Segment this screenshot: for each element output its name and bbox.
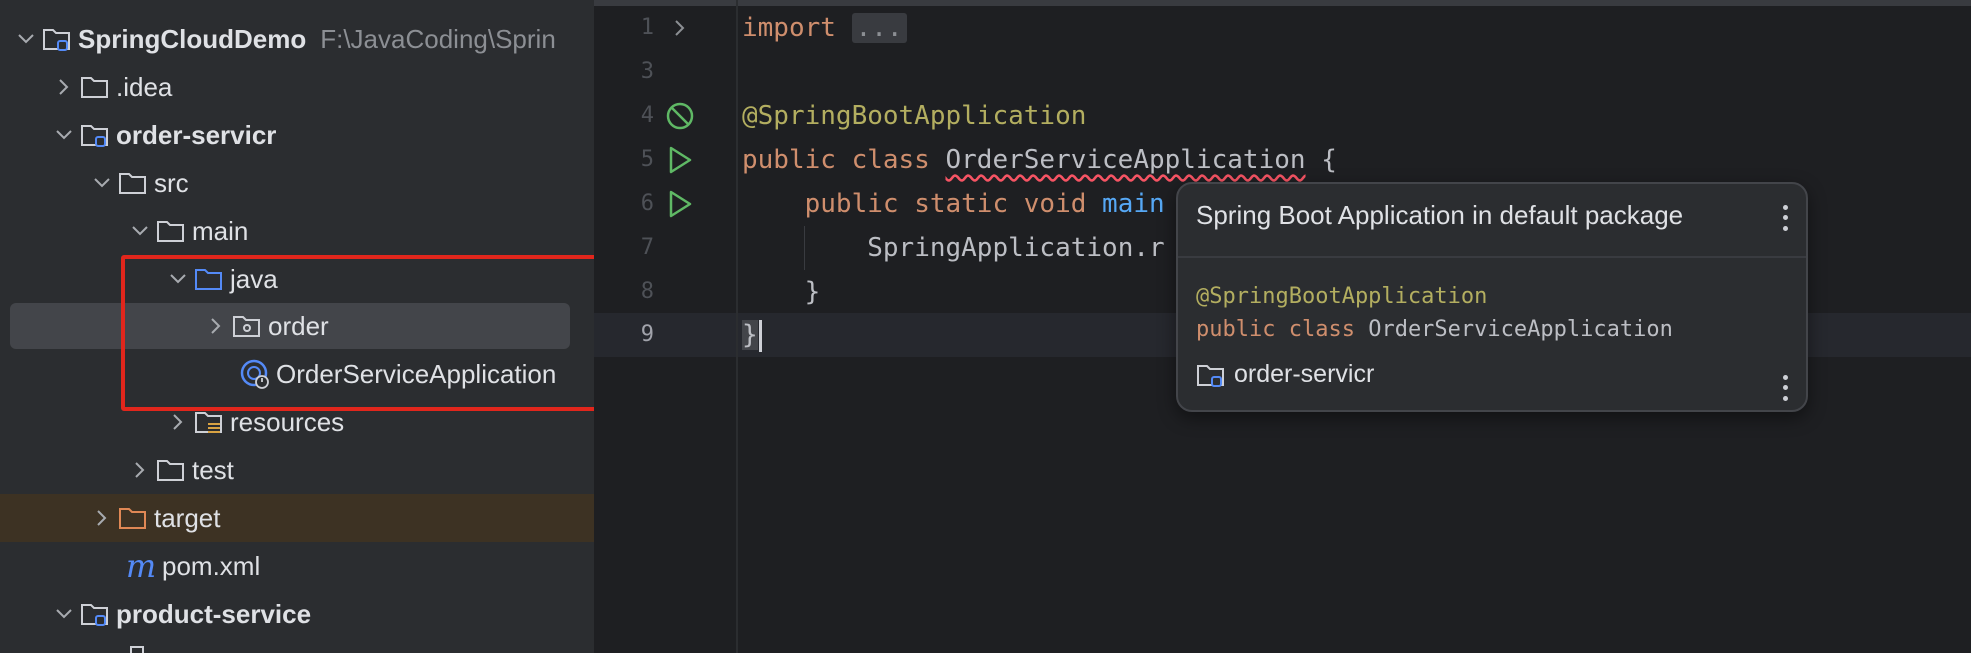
source-folder-icon [192, 255, 226, 303]
tree-item-order[interactable]: order [0, 302, 594, 350]
package-icon [230, 302, 264, 350]
code-line-8[interactable]: } [742, 270, 821, 314]
line-number: 6 [640, 191, 654, 216]
gutter-divider [736, 0, 738, 653]
class-name: OrderServiceApplication [1368, 317, 1673, 342]
line-number: 7 [640, 235, 654, 260]
module-folder-icon [40, 15, 74, 63]
tree-item-label: main [192, 216, 249, 246]
project-tree: SpringCloudDemo F:\JavaCoding\Sprin .ide… [0, 0, 594, 653]
tree-item-label: OrderServiceApplication [276, 359, 557, 389]
keyword: public static void [804, 189, 1087, 219]
tree-item-label: product-service [116, 599, 312, 629]
tree-item-product-service[interactable]: product-service [0, 590, 594, 638]
line-number: 4 [640, 103, 654, 128]
inspection-popup[interactable]: Spring Boot Application in default packa… [1176, 182, 1808, 412]
brace: } [742, 320, 758, 350]
popup-title: Spring Boot Application in default packa… [1196, 200, 1684, 230]
chevron-down-icon[interactable] [164, 255, 192, 303]
code-line-5[interactable]: public class OrderServiceApplication { [742, 138, 1337, 182]
popup-module[interactable]: order-servicr [1196, 360, 1374, 389]
chevron-down-icon[interactable] [50, 111, 78, 159]
chevron-right-icon[interactable] [202, 302, 230, 350]
folder-icon [116, 159, 150, 207]
line-number: 5 [640, 147, 654, 172]
tree-item-main[interactable]: main [0, 207, 594, 255]
tree-item-label: order-servicr [116, 120, 277, 150]
brace: { [1321, 145, 1337, 175]
code-line-6[interactable]: public static void main [742, 182, 1165, 226]
tree-item-label: java [230, 264, 278, 294]
annotation: @SpringBootApplication [1196, 284, 1488, 309]
method-name: main [1102, 189, 1165, 219]
chevron-down-icon[interactable] [50, 590, 78, 638]
excluded-folder-icon [116, 494, 150, 542]
tree-item-label: test [192, 455, 234, 485]
fold-chevron-icon[interactable] [662, 10, 698, 46]
chevron-down-icon[interactable] [12, 15, 40, 63]
chevron-right-icon[interactable] [88, 494, 116, 542]
popup-annotation: @SpringBootApplication [1196, 284, 1487, 309]
more-options-icon[interactable] [1776, 202, 1794, 234]
annotation: @SpringBootApplication [742, 101, 1087, 131]
popup-divider [1178, 256, 1806, 258]
tree-item-resources[interactable]: resources [0, 398, 594, 446]
tree-item-label: resources [230, 407, 345, 437]
folder-icon [154, 207, 188, 255]
line-number: 9 [640, 322, 654, 347]
tree-item-springclouddemo[interactable]: SpringCloudDemo F:\JavaCoding\Sprin [0, 15, 594, 63]
keyword: import [742, 13, 836, 43]
chevron-right-icon[interactable] [126, 446, 154, 494]
line-number: 3 [640, 59, 654, 84]
tree-item-label: target [154, 503, 221, 533]
more-options-icon[interactable] [1776, 372, 1794, 404]
line-number: 1 [640, 15, 654, 40]
code-text: SpringApplication.r [867, 233, 1165, 263]
tree-item-label: SpringCloudDemo [78, 24, 307, 54]
project-path: F:\JavaCoding\Sprin [320, 24, 556, 54]
folder-icon [154, 446, 188, 494]
tree-item-label: pom.xml [162, 551, 261, 581]
run-icon[interactable] [662, 186, 698, 222]
tree-item-orderserviceapplication[interactable]: OrderServiceApplication [0, 350, 594, 398]
code-line-4[interactable]: @SpringBootApplication [742, 94, 1086, 138]
tree-item-pom-xml[interactable]: m pom.xml [0, 542, 594, 590]
code-line-1[interactable]: import ... [742, 6, 907, 50]
folder-icon [130, 646, 144, 653]
run-icon[interactable] [662, 142, 698, 178]
line-number: 8 [640, 279, 654, 304]
spring-boot-class-icon [238, 350, 272, 398]
code-line-9[interactable]: } [742, 313, 762, 357]
tree-item-java[interactable]: java [0, 255, 594, 303]
keyword: public class [742, 145, 930, 175]
text-caret [758, 319, 762, 352]
folded-imports[interactable]: ... [851, 13, 907, 43]
keyword: public class [1196, 317, 1355, 342]
tree-item-target[interactable]: target [0, 494, 594, 542]
brace: } [804, 277, 821, 307]
tree-item-label: src [154, 168, 189, 198]
module-folder-icon [78, 590, 112, 638]
maven-icon: m [125, 547, 157, 585]
chevron-right-icon[interactable] [50, 63, 78, 111]
resources-folder-icon [192, 398, 226, 446]
module-folder-icon [78, 111, 112, 159]
tree-item-label: .idea [116, 72, 173, 102]
tree-item-src[interactable]: src [0, 159, 594, 207]
chevron-down-icon[interactable] [88, 159, 116, 207]
module-name: order-servicr [1234, 360, 1375, 388]
chevron-down-icon[interactable] [126, 207, 154, 255]
tree-item-idea[interactable]: .idea [0, 63, 594, 111]
spring-bean-disabled-icon[interactable] [662, 98, 698, 134]
folder-icon [78, 63, 112, 111]
tree-item-label: order [268, 311, 329, 341]
tree-item-order-servicr[interactable]: order-servicr [0, 111, 594, 159]
code-line-7[interactable]: SpringApplication.r [742, 226, 1165, 270]
chevron-right-icon[interactable] [164, 398, 192, 446]
popup-declaration: public class OrderServiceApplication [1196, 317, 1673, 342]
tree-item-test[interactable]: test [0, 446, 594, 494]
module-folder-icon [1196, 362, 1226, 388]
class-name: OrderServiceApplication [945, 145, 1306, 175]
